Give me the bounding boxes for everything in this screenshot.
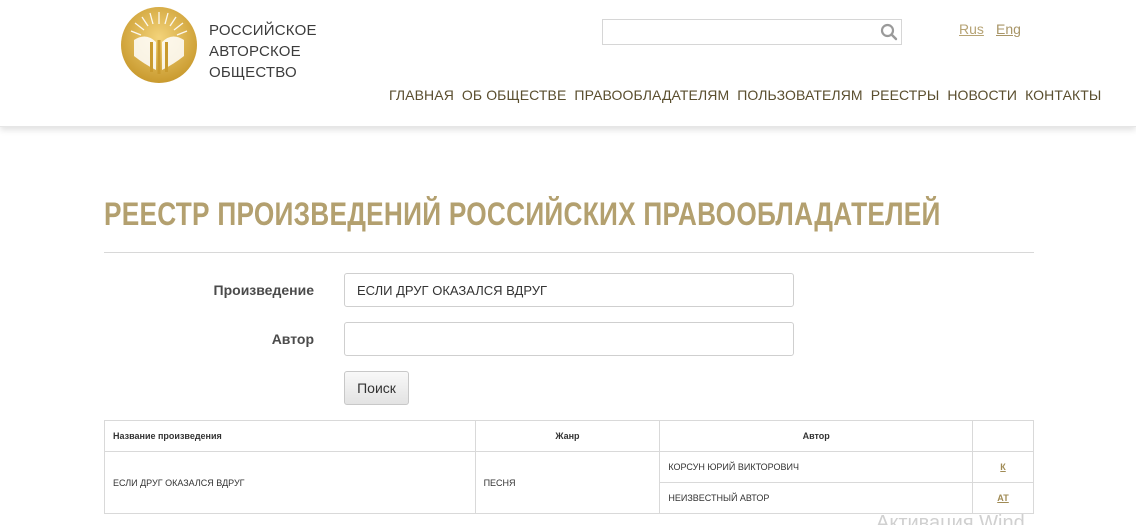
nav-item-registries[interactable]: РЕЕСТРЫ — [871, 87, 940, 103]
cell-work-name: ЕСЛИ ДРУГ ОКАЗАЛСЯ ВДРУГ — [104, 451, 476, 514]
cell-author: НЕИЗВЕСТНЫЙ АВТОР — [659, 482, 974, 514]
cell-role: К — [972, 451, 1034, 483]
search-icon[interactable] — [880, 23, 898, 41]
org-name-line: АВТОРСКОЕ — [209, 43, 301, 60]
lang-eng-link[interactable]: Eng — [996, 21, 1021, 37]
logo-icon[interactable] — [120, 6, 198, 84]
windows-activation-watermark: Активация Wind — [876, 512, 1025, 525]
search-button[interactable]: Поиск — [344, 371, 409, 405]
role-link[interactable]: К — [1000, 462, 1006, 472]
nav-item-contacts[interactable]: КОНТАКТЫ — [1025, 87, 1101, 103]
nav-item-rightholders[interactable]: ПРАВООБЛАДАТЕЛЯМ — [574, 87, 729, 103]
author-input[interactable] — [344, 322, 794, 356]
cell-genre: ПЕСНЯ — [474, 451, 661, 514]
main-nav: ГЛАВНАЯ ОБ ОБЩЕСТВЕ ПРАВООБЛАДАТЕЛЯМ ПОЛ… — [389, 87, 1101, 103]
nav-item-about[interactable]: ОБ ОБЩЕСТВЕ — [462, 87, 566, 103]
column-header-name: Название произведения — [104, 420, 476, 452]
work-label: Произведение — [213, 282, 314, 298]
results-table: Название произведения Жанр Автор ЕСЛИ ДР… — [104, 420, 1034, 514]
table-row: ЕСЛИ ДРУГ ОКАЗАЛСЯ ВДРУГ ПЕСНЯ КОРСУН ЮР… — [104, 451, 1034, 514]
work-input[interactable]: ЕСЛИ ДРУГ ОКАЗАЛСЯ ВДРУГ — [344, 273, 794, 307]
column-header-role — [972, 420, 1034, 452]
divider — [104, 252, 1034, 253]
nav-item-news[interactable]: НОВОСТИ — [947, 87, 1017, 103]
site-header: РОССИЙСКОЕ АВТОРСКОЕ ОБЩЕСТВО Rus Eng ГЛ… — [0, 0, 1136, 127]
org-name-line: РОССИЙСКОЕ — [209, 22, 317, 39]
column-header-genre: Жанр — [474, 420, 661, 452]
table-header-row: Название произведения Жанр Автор — [104, 420, 1034, 452]
column-header-author: Автор — [659, 420, 974, 452]
cell-author: КОРСУН ЮРИЙ ВИКТОРОВИЧ — [659, 451, 974, 483]
lang-rus-link[interactable]: Rus — [959, 21, 984, 37]
nav-item-users[interactable]: ПОЛЬЗОВАТЕЛЯМ — [737, 87, 862, 103]
page-title: РЕЕСТР ПРОИЗВЕДЕНИЙ РОССИЙСКИХ ПРАВООБЛА… — [104, 196, 941, 232]
nav-item-home[interactable]: ГЛАВНАЯ — [389, 87, 454, 103]
site-search-input[interactable] — [602, 19, 902, 45]
author-label: Автор — [271, 331, 314, 347]
cell-role: АТ — [972, 482, 1034, 514]
role-link[interactable]: АТ — [997, 493, 1009, 503]
org-name: РОССИЙСКОЕ АВТОРСКОЕ ОБЩЕСТВО — [209, 20, 317, 83]
org-name-line: ОБЩЕСТВО — [209, 64, 297, 81]
